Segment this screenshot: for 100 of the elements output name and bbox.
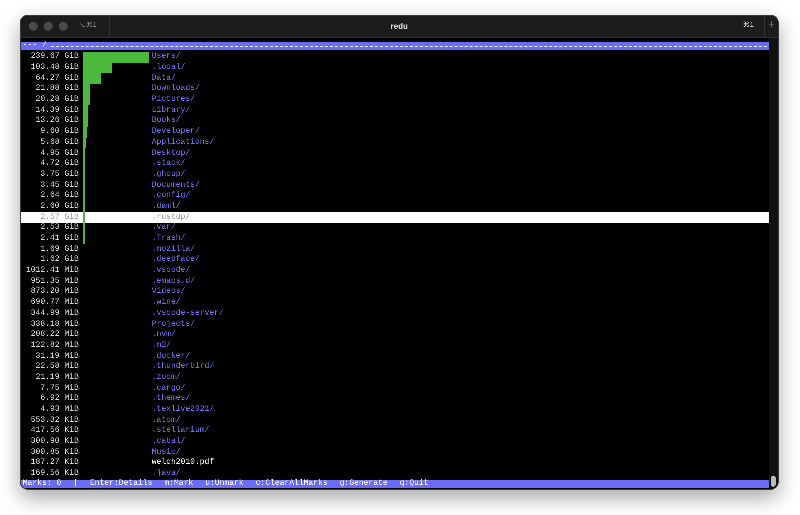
file-row[interactable]: 31.19 MiB .docker/ [21, 351, 769, 362]
size-text: 208.22 MiB [30, 331, 79, 340]
size-text: 21.88 GiB [34, 85, 79, 94]
size-text: 122.82 MiB [30, 342, 79, 350]
file-row[interactable]: 4.72 GiB .stack/ [21, 158, 769, 170]
file-name: .emacs.d/ [152, 278, 196, 286]
file-row[interactable]: 1.62 GiB .deepface/ [21, 255, 769, 266]
scrollbar-thumb[interactable] [771, 476, 776, 487]
file-name: welch2010.pdf [152, 459, 214, 468]
zoom-button[interactable] [59, 22, 68, 31]
key-hint: g:Generate [340, 480, 388, 488]
file-name: .docker/ [152, 352, 190, 361]
file-row[interactable]: 690.77 MiB .wine/ [21, 298, 769, 308]
size-text: 14.39 GiB [34, 106, 79, 115]
size-text: 31.19 MiB [34, 352, 79, 361]
file-row[interactable]: 22.58 MiB .thunderbird/ [21, 362, 769, 373]
file-row[interactable]: 103.48 GiB .local/ [21, 62, 769, 74]
size-text: 2.60 GiB [40, 202, 79, 211]
size-text: 873.20 MiB [30, 288, 79, 296]
file-row[interactable]: 187.27 KiB welch2010.pdf [21, 458, 769, 469]
file-name: .cargo/ [152, 384, 186, 393]
size-text: 2.64 GiB [40, 192, 79, 200]
size-text: 6.92 MiB [40, 395, 79, 404]
size-text: 2.57 GiB [40, 214, 79, 222]
size-text: 2.53 GiB [40, 224, 79, 232]
size-text: 4.93 MiB [40, 406, 79, 414]
close-button[interactable] [29, 22, 38, 31]
file-row[interactable]: 20.28 GiB Pictures/ [21, 94, 769, 106]
file-row[interactable]: 4.93 MiB .texlive2021/ [21, 404, 769, 416]
file-name: Documents/ [152, 182, 200, 190]
file-name: Developer/ [152, 128, 200, 136]
file-name: .Trash/ [152, 235, 186, 244]
file-row[interactable]: 169.56 KiB .java/ [21, 468, 769, 480]
file-row[interactable]: 338.18 MiB Projects/ [21, 319, 769, 330]
file-name: Videos/ [152, 288, 186, 296]
file-row[interactable]: 14.39 GiB Library/ [21, 105, 769, 116]
file-row[interactable]: 21.19 MiB .zoom/ [21, 372, 769, 384]
separator-text: | [73, 480, 78, 488]
file-row[interactable]: 2.64 GiB .config/ [21, 190, 769, 202]
file-row[interactable]: 64.27 GiB Data/ [21, 73, 769, 84]
file-row[interactable]: 300.85 KiB Music/ [21, 447, 769, 458]
file-row[interactable]: 13.26 GiB Books/ [21, 116, 769, 127]
file-row[interactable]: 1012.41 MiB .vscode/ [21, 266, 769, 276]
file-row[interactable]: 9.60 GiB Developer/ [21, 126, 769, 138]
file-row[interactable]: 2.53 GiB .var/ [21, 223, 769, 234]
size-text: 187.27 KiB [30, 459, 79, 468]
file-name: Music/ [152, 448, 181, 457]
file-row[interactable]: 873.20 MiB Videos/ [21, 287, 769, 298]
size-text: 1012.41 MiB [25, 267, 79, 276]
file-name: Pictures/ [152, 96, 196, 104]
file-name: .deepface/ [152, 256, 200, 264]
file-row[interactable]: 417.56 KiB .stellarium/ [21, 426, 769, 437]
size-text: 20.28 GiB [34, 96, 79, 104]
file-name: .wine/ [152, 299, 181, 308]
file-row[interactable]: 3.45 GiB Documents/ [21, 180, 769, 191]
file-name: .var/ [152, 224, 176, 232]
file-row[interactable]: 7.75 MiB .cargo/ [21, 383, 769, 394]
size-text: 417.56 KiB [30, 427, 79, 436]
file-row[interactable]: 6.92 MiB .themes/ [21, 394, 769, 405]
file-name: .zoom/ [152, 374, 181, 382]
file-name: Desktop/ [152, 150, 190, 158]
file-name: .local/ [152, 64, 186, 72]
file-name: Library/ [152, 106, 190, 115]
file-row[interactable]: 2.41 GiB .Trash/ [21, 234, 769, 244]
file-row[interactable]: 208.22 MiB .nvm/ [21, 330, 769, 341]
minimize-button[interactable] [44, 22, 53, 31]
file-name: .themes/ [152, 395, 190, 404]
file-row[interactable]: 300.90 KiB .cabal/ [21, 436, 769, 448]
file-name: .ghcup/ [152, 170, 186, 179]
file-name: .stellarium/ [152, 427, 210, 436]
marks-count: Marks: 0 [23, 480, 62, 488]
file-row[interactable]: 21.88 GiB Downloads/ [21, 84, 769, 95]
key-hint: m:Mark [164, 480, 194, 488]
key-hint: c:ClearAllMarks [256, 480, 328, 488]
size-text: 64.27 GiB [34, 74, 79, 83]
size-text: 2.41 GiB [40, 235, 79, 244]
file-row[interactable]: 4.95 GiB Desktop/ [21, 148, 769, 159]
file-name: .m2/ [152, 342, 172, 350]
new-tab-button[interactable]: + [764, 16, 778, 37]
file-row[interactable]: 344.99 MiB .vscode-server/ [21, 308, 769, 320]
size-text: 169.56 KiB [30, 470, 79, 478]
size-text: 3.45 GiB [40, 182, 79, 190]
file-name: Applications/ [152, 138, 214, 147]
file-name: .daml/ [152, 202, 181, 211]
file-row[interactable]: 5.68 GiB Applications/ [21, 138, 769, 148]
key-hint: Enter:Details [90, 480, 153, 488]
file-name: .java/ [152, 470, 181, 478]
file-row[interactable]: 122.82 MiB .m2/ [21, 340, 769, 352]
file-row[interactable]: 1.69 GiB .mozilla/ [21, 244, 769, 256]
size-text: 5.68 GiB [40, 138, 79, 147]
file-row[interactable]: 951.35 MiB .emacs.d/ [21, 276, 769, 288]
file-name: .vscode-server/ [152, 310, 224, 318]
file-name: Data/ [152, 74, 176, 83]
file-row[interactable]: 3.75 GiB .ghcup/ [21, 170, 769, 180]
file-row[interactable]: 239.67 GiB Users/ [21, 52, 769, 63]
file-name: .nvm/ [152, 331, 176, 340]
file-row[interactable]: 553.32 KiB .atom/ [21, 415, 769, 426]
key-hint: u:Unmark [205, 480, 244, 488]
key-hint: q:Quit [400, 480, 429, 488]
file-name: .texlive2021/ [152, 406, 214, 414]
